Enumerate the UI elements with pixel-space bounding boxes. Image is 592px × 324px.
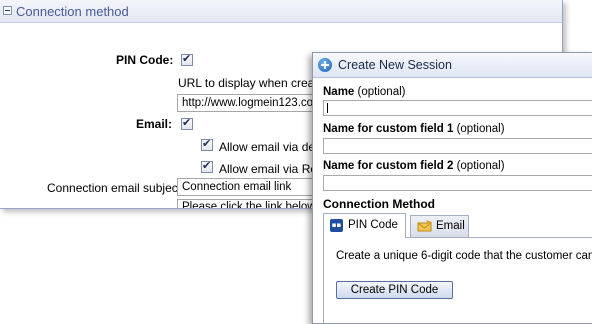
custom-field-2-input[interactable] [323,175,592,191]
custom-field-1-label: Name for custom field 1 (optional) [323,123,505,135]
custom-field-2-label: Name for custom field 2 (optional) [323,160,505,172]
pin-code-checkbox[interactable] [181,52,193,66]
custom-field-2-label-text: Name for custom field 2 [323,160,454,172]
custom-field-1-label-text: Name for custom field 1 [323,123,454,135]
create-pin-code-button[interactable]: Create PIN Code [336,281,453,299]
pin-code-icon: ▪▪ [330,219,343,232]
tab-pin-code[interactable]: ▪▪ PIN Code [323,213,406,238]
text-caret [327,103,328,113]
name-optional: (optional) [357,86,406,98]
section-header[interactable]: Connection method [0,0,562,23]
custom-field-1-optional: (optional) [456,123,505,135]
name-input[interactable] [323,100,592,116]
email-label: Email: [136,117,173,131]
connection-method-label: Connection Method [323,197,435,211]
pin-code-description: Create a unique 6-digit code that the cu… [336,250,592,262]
allow-email-default-label: Allow email via defa [219,140,326,154]
dialog-title: Create New Session [338,58,452,72]
section-title: Connection method [16,4,129,19]
pin-code-label: PIN Code: [116,53,174,67]
tab-panel-pin-code: Create a unique 6-digit code that the cu… [323,237,592,323]
email-subject-label: Connection email subject: [47,181,185,195]
email-checkbox[interactable] [181,116,193,130]
name-label-text: Name [323,86,355,98]
allow-email-resource-checkbox[interactable] [201,159,213,173]
collapse-icon[interactable] [3,6,12,15]
dialog-titlebar[interactable]: Create New Session [313,53,592,78]
email-icon [417,220,432,232]
custom-field-1-input[interactable] [323,138,592,154]
create-session-dialog: Create New Session Name (optional) Name … [312,52,592,324]
custom-field-2-optional: (optional) [456,160,505,172]
tab-email[interactable]: Email [410,215,469,237]
name-label: Name (optional) [323,86,405,98]
allow-email-default-checkbox[interactable] [201,137,213,151]
add-session-icon [318,58,332,72]
url-label: URL to display when creatin [178,76,327,90]
tab-pin-code-label: PIN Code [348,219,398,231]
tab-email-label: Email [436,220,465,232]
